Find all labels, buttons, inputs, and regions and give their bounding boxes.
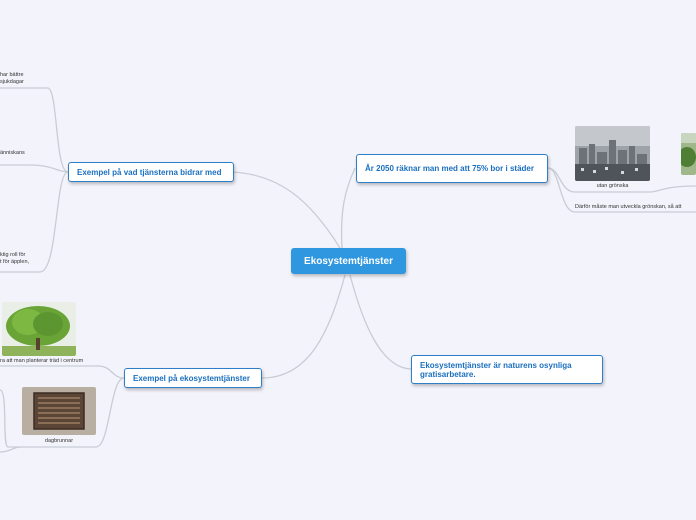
storm-drain-image: [22, 387, 96, 435]
branch-examples-label: Exempel på ekosystemtjänster: [133, 373, 250, 383]
link-leaf-humans: [0, 164, 69, 173]
link-root-examples: [261, 274, 346, 379]
leaf-role[interactable]: ktig roll för t för äpplen,: [0, 252, 29, 266]
city-skyline-image: [575, 126, 650, 181]
branch-contributes-label: Exempel på vad tjänsterna bidrar med: [77, 167, 222, 177]
leaf-humans-text: änniskans: [0, 150, 25, 156]
tree-image: [2, 302, 76, 356]
link-root-contributes: [232, 171, 341, 249]
branch-examples[interactable]: Exempel på ekosystemtjänster: [124, 368, 262, 388]
branch-invisible[interactable]: Ekosystemtjänster är naturens osynliga g…: [411, 355, 603, 384]
link-leaf-drain-sub2: [0, 446, 21, 453]
green-city-image: [681, 133, 696, 175]
link-leaf-green: [649, 185, 696, 193]
leaf-without-green[interactable]: utan grönska: [575, 183, 650, 189]
link-root-urban: [340, 167, 356, 249]
root-node[interactable]: Ekosystemtjänster: [291, 248, 406, 274]
branch-urban-label: År 2050 räknar man med att 75% bor i stä…: [365, 164, 534, 173]
leaf-role-text: ktig roll för: [0, 252, 26, 258]
leaf-plant-trees[interactable]: ra att man planterar träd i centrum: [0, 358, 83, 364]
leaf-better-text: har bättre: [0, 72, 24, 78]
link-leaf-trees: [0, 365, 125, 379]
leaf-drain[interactable]: dagbrunnar: [22, 438, 96, 444]
leaf-humans[interactable]: änniskans: [0, 150, 25, 157]
branch-contributes[interactable]: Exempel på vad tjänsterna bidrar med: [68, 162, 234, 182]
link-leaf-drain-sub: [0, 389, 20, 448]
leaf-develop[interactable]: Därför måste man utveckla grönskan, så a…: [575, 204, 681, 211]
leaf-apples-text: t för äpplen,: [0, 259, 30, 265]
link-leaf-better: [0, 87, 69, 173]
root-label: Ekosystemtjänster: [304, 255, 393, 267]
branch-urban[interactable]: År 2050 räknar man med att 75% bor i stä…: [356, 154, 548, 183]
leaf-sickdays-text: sjukdagar: [0, 79, 24, 85]
leaf-better[interactable]: har bättre sjukdagar: [0, 72, 24, 86]
link-root-invisible: [349, 274, 412, 370]
branch-invisible-label: Ekosystemtjänster är naturens osynliga g…: [420, 360, 572, 379]
